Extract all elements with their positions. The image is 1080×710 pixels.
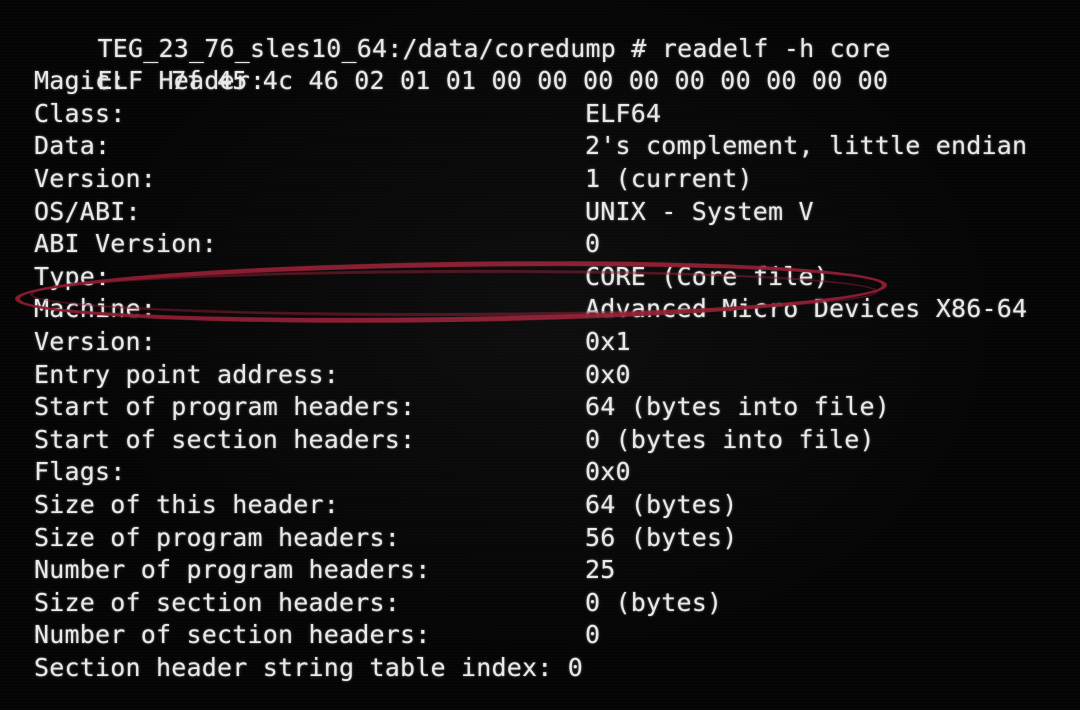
elf-header-row: Size of this header: 64 (bytes) [0, 489, 1080, 522]
elf-header-row-value: 0x0 [585, 359, 631, 389]
elf-header-row-value: 0 [585, 229, 601, 259]
elf-header-row-label: Flags: [34, 457, 126, 487]
elf-header-row: Version: 1 (current) [0, 163, 1080, 196]
elf-header-row: Data: 2's complement, little endian [0, 130, 1080, 163]
elf-header-row-label: Start of program headers: [34, 392, 416, 422]
elf-header-row-label: Start of section headers: [34, 424, 416, 454]
terminal-console[interactable]: TEG_23_76_sles10_64:/data/coredump # rea… [0, 0, 1080, 710]
elf-header-row-label: Entry point address: [34, 359, 340, 389]
elf-header-row: Size of program headers: 56 (bytes) [0, 522, 1080, 555]
elf-header-row: Number of program headers: 25 [0, 554, 1080, 587]
elf-header-row: ABI Version: 0 [0, 228, 1080, 261]
elf-header-row-value: UNIX - System V [585, 196, 814, 226]
elf-header-row: Start of program headers: 64 (bytes into … [0, 391, 1080, 424]
elf-header-row: Start of section headers: 0 (bytes into f… [0, 424, 1080, 457]
terminal-prompt-line: TEG_23_76_sles10_64:/data/coredump # rea… [0, 0, 1080, 63]
elf-header-row-value: 0 (bytes) [585, 587, 723, 617]
elf-header-row-label: Version: [34, 163, 157, 193]
elf-header-row: Flags: 0x0 [0, 456, 1080, 489]
elf-header-row: Version: 0x1 [0, 326, 1080, 359]
elf-header-row: Number of section headers: 0 [0, 619, 1080, 652]
elf-header-row-label: Version: [34, 326, 157, 356]
elf-header-row-label: ABI Version: [34, 229, 218, 259]
elf-header-row-value: 64 (bytes into file) [585, 392, 891, 422]
elf-header-title-line: ELF Header: [0, 33, 1080, 95]
elf-header-row: OS/ABI: UNIX - System V [0, 196, 1080, 229]
elf-header-row-label: Class: [34, 98, 126, 128]
elf-header-row: Class: ELF64 [0, 98, 1080, 131]
elf-header-row-label: Number of section headers: [34, 620, 431, 650]
elf-header-row-label: Type: [34, 261, 111, 291]
elf-header-row-value: 64 (bytes) [585, 489, 738, 519]
elf-header-row: Size of section headers: 0 (bytes) [0, 587, 1080, 620]
elf-header-row-value: 2's complement, little endian [585, 131, 1028, 161]
elf-header-row-value: Advanced Micro Devices X86-64 [585, 294, 1028, 324]
elf-header-row-label: Size of section headers: [34, 587, 401, 617]
elf-header-row-value: CORE (Core file) [585, 261, 830, 291]
elf-header-field-list: Magic: 7f 45 4c 46 02 01 01 00 00 00 00 … [0, 65, 1080, 684]
elf-header-row-label: Size of this header: [34, 489, 340, 519]
elf-header-row: Type: CORE (Core file) [0, 261, 1080, 294]
elf-header-row-label: Magic: [34, 66, 172, 96]
elf-header-row-label: Number of program headers: [34, 555, 431, 585]
elf-header-row-label: Section header string table index: 0 [34, 652, 584, 682]
elf-header-row: Machine: Advanced Micro Devices X86-64 [0, 293, 1080, 326]
elf-header-row: Section header string table index: 0 [0, 652, 1080, 685]
elf-header-row-label: Data: [34, 131, 111, 161]
elf-header-row: Entry point address: 0x0 [0, 359, 1080, 392]
elf-header-row-value: ELF64 [585, 98, 662, 128]
elf-header-row-value: 1 (current) [585, 163, 753, 193]
elf-header-row-value: 0 (bytes into file) [585, 424, 875, 454]
elf-header-row-label: Size of program headers: [34, 522, 401, 552]
elf-header-row-value: 7f 45 4c 46 02 01 01 00 00 00 00 00 00 0… [171, 66, 889, 96]
terminal-screen: TEG_23_76_sles10_64:/data/coredump # rea… [0, 0, 1080, 710]
elf-header-row-value: 0x0 [585, 457, 631, 487]
elf-header-row-value: 0 [585, 620, 601, 650]
elf-header-row-label: OS/ABI: [34, 196, 141, 226]
elf-header-row-value: 25 [585, 555, 616, 585]
elf-header-row-value: 0x1 [585, 326, 631, 356]
elf-header-row-value: 56 (bytes) [585, 522, 738, 552]
elf-header-row-label: Machine: [34, 294, 157, 324]
elf-header-row: Magic: 7f 45 4c 46 02 01 01 00 00 00 00 … [0, 65, 1080, 98]
